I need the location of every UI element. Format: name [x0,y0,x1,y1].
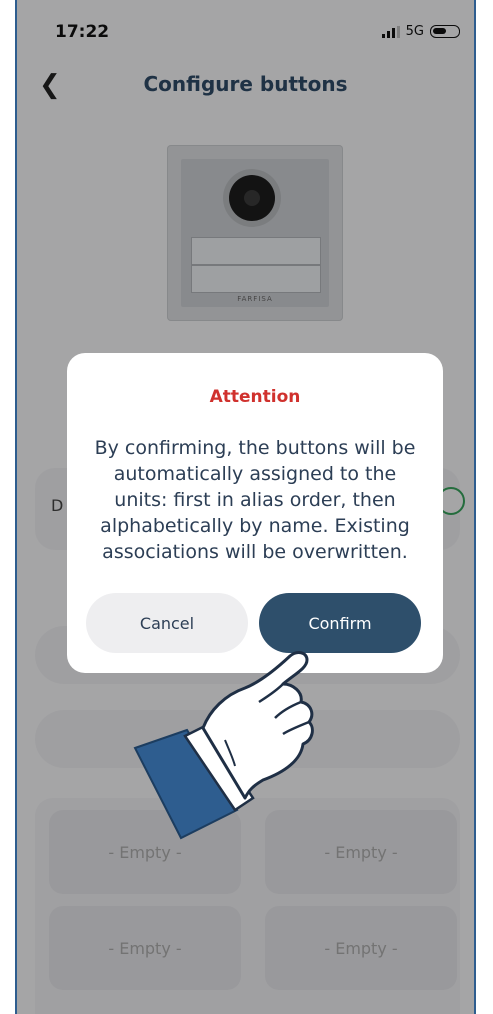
pointing-hand-icon [133,651,314,840]
dialog-message: By confirming, the buttons will be autom… [94,437,416,563]
phone-frame: 17:22 5G ❮ Configure buttons FARFISA D t… [15,0,476,1014]
attention-dialog: Attention By confirming, the buttons wil… [67,353,443,673]
dialog-title: Attention [209,387,301,407]
